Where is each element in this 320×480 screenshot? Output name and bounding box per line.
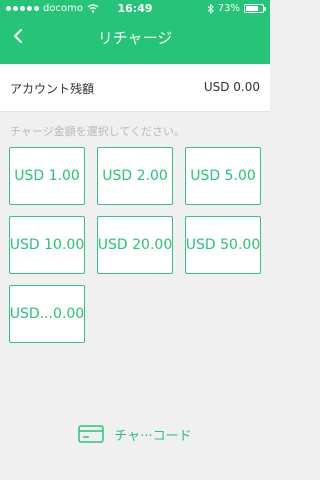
amount-button-1[interactable]: USD 1.00 [9,147,85,205]
bluetooth-icon [207,3,214,14]
amount-button-10[interactable]: USD 10.00 [9,216,85,274]
amount-button-20[interactable]: USD 20.00 [97,216,173,274]
amount-button-other[interactable]: USD...0.00 [9,285,85,343]
page-title: リチャージ [97,29,173,47]
battery-icon [244,4,266,13]
top-bar: docomo 16:49 73% リチャージ [0,0,270,64]
amount-button-50[interactable]: USD 50.00 [185,216,261,274]
nav-bar: リチャージ [0,20,270,54]
amount-button-2[interactable]: USD 2.00 [97,147,173,205]
amount-button-5[interactable]: USD 5.00 [185,147,261,205]
balance-value: USD 0.00 [203,80,260,94]
balance-row: アカウント残額 USD 0.00 [0,64,270,112]
card-code-link[interactable]: チャ···コード [0,422,270,446]
card-code-label: チャ···コード [114,428,192,444]
select-amount-hint: チャージ金額を選択してください。 [10,125,186,138]
battery-percent: 73% [217,3,240,14]
balance-label: アカウント残額 [10,82,95,96]
status-bar: docomo 16:49 73% [0,0,270,18]
card-icon [78,425,105,443]
